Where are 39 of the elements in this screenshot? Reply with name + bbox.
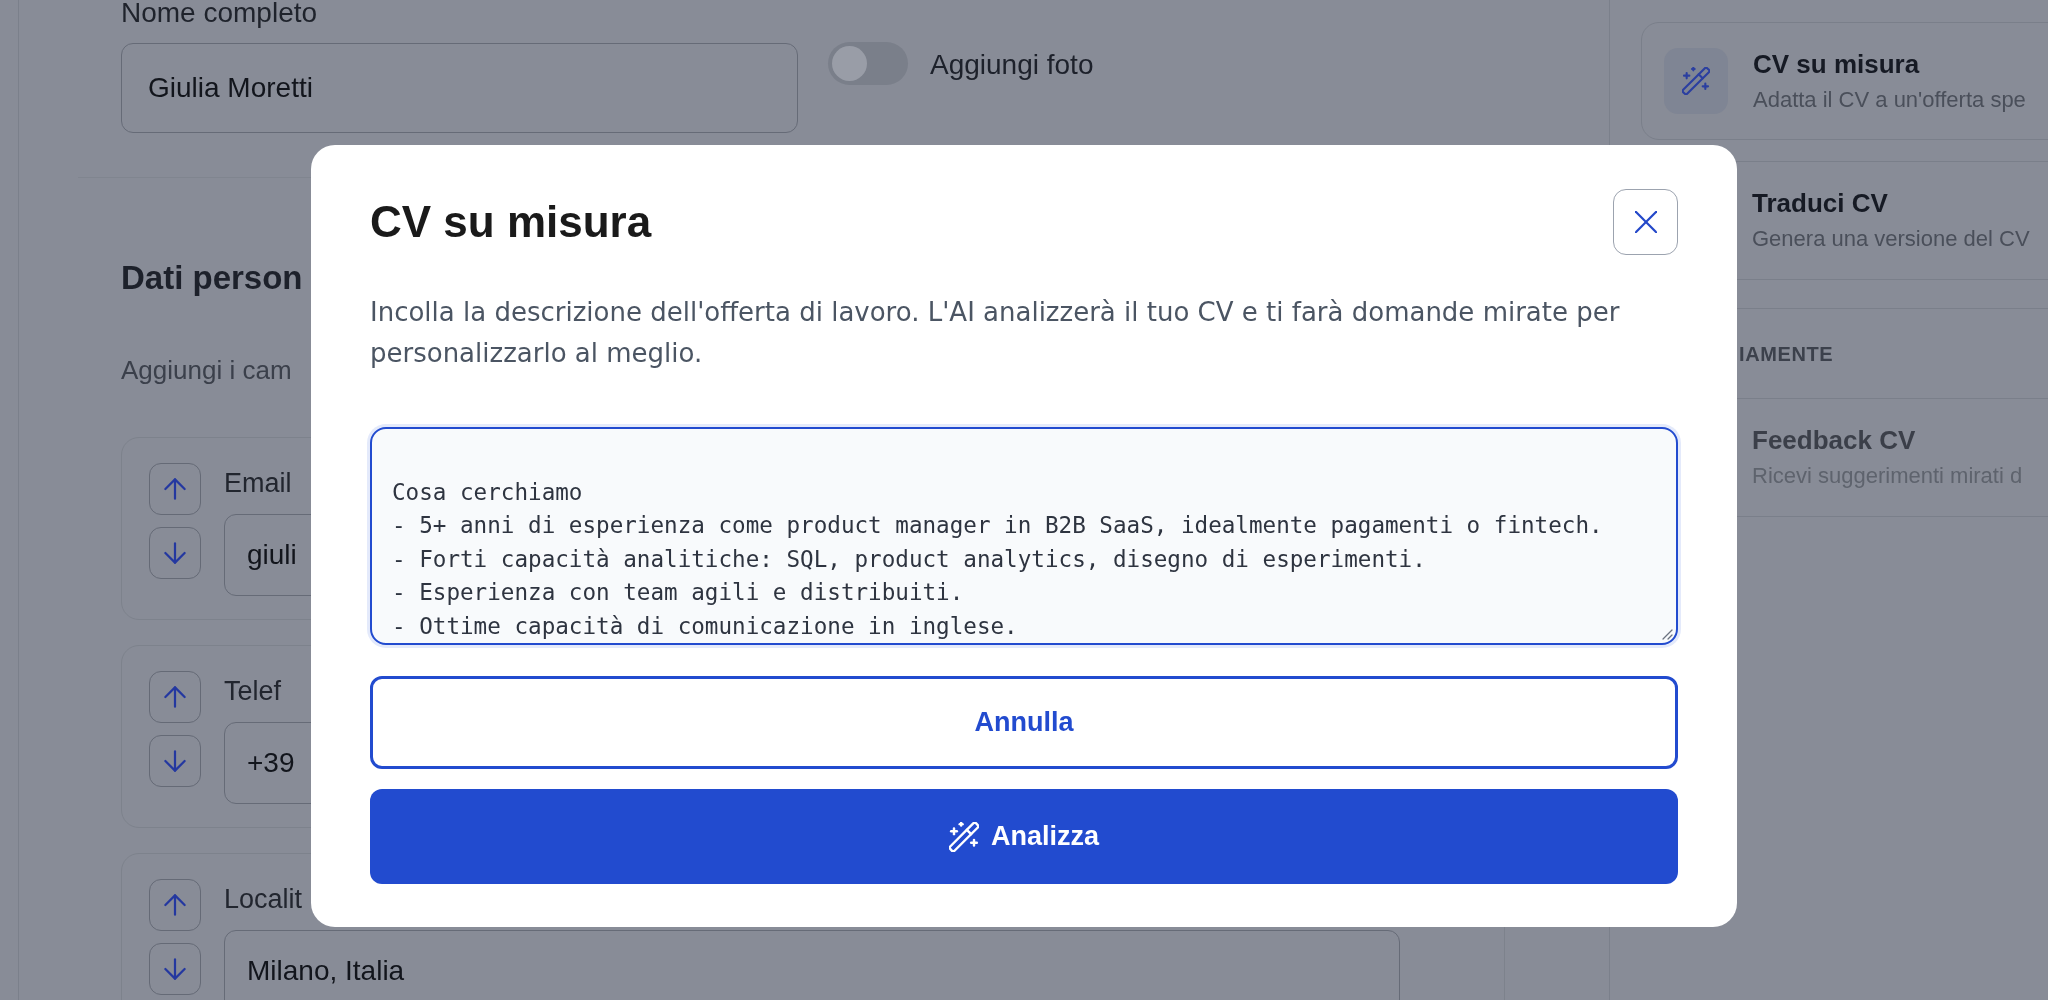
photo-toggle[interactable]	[828, 42, 908, 85]
item-description: Genera una versione del CV	[1752, 225, 2030, 253]
modal-title: CV su misura	[370, 196, 652, 248]
resize-handle-icon[interactable]	[1662, 629, 1673, 640]
arrow-down-icon	[164, 958, 186, 980]
item-title: Traduci CV	[1752, 187, 1888, 220]
arrow-down-icon	[164, 542, 186, 564]
wand-icon	[949, 821, 979, 852]
section-heading: IAMENTE	[1739, 341, 1834, 367]
name-input[interactable]: Giulia Moretti	[121, 43, 798, 133]
modal-description: Incolla la descrizione dell'offerta di lavoro. L'AI analizzerà il tuo CV e ti farà domande mirate per personalizzarlo al meglio.	[370, 296, 1621, 370]
close-button[interactable]	[1613, 189, 1678, 255]
close-icon	[1634, 211, 1657, 233]
wand-icon	[1664, 48, 1728, 114]
item-title: Feedback CV	[1752, 424, 1916, 457]
sidebar-item[interactable]: CV su misura Adatta il CV a un'offerta spe	[1641, 22, 2048, 140]
field-label: Telef	[224, 675, 282, 708]
cancel-button[interactable]: Annulla	[370, 676, 1678, 769]
arrow-up-icon	[164, 894, 186, 916]
field-label: Nome completo	[121, 0, 318, 26]
toggle-label: Aggiungi foto	[930, 48, 1094, 82]
move-up-button[interactable]	[149, 463, 201, 515]
job-description-field[interactable]: Cosa cerchiamo - 5+ anni di esperienza come product manager in B2B SaaS, idealmente pagamenti o fintech. - Forti capacità analitiche: SQL, product analytics, disegno di esperimenti. - Esperienza con team agili e distribuiti. - Ottime capacità di comunicazione in inglese.	[370, 427, 1678, 645]
move-down-button[interactable]	[149, 735, 201, 787]
item-description: Adatta il CV a un'offerta spe	[1753, 86, 2026, 114]
field-label: Email	[224, 467, 292, 500]
text-input[interactable]: Milano, Italia	[224, 930, 1400, 1000]
section-description: Aggiungi i cam	[121, 354, 292, 386]
move-up-button[interactable]	[149, 879, 201, 931]
arrow-down-icon	[164, 750, 186, 772]
section-title: Dati person	[121, 258, 303, 298]
analyze-button[interactable]: Analizza	[370, 789, 1678, 884]
arrow-up-icon	[164, 686, 186, 708]
field-label: Localit	[224, 883, 303, 916]
item-title: CV su misura	[1753, 48, 1920, 81]
move-down-button[interactable]	[149, 527, 201, 579]
move-down-button[interactable]	[149, 943, 201, 995]
move-up-button[interactable]	[149, 671, 201, 723]
arrow-up-icon	[164, 478, 186, 500]
